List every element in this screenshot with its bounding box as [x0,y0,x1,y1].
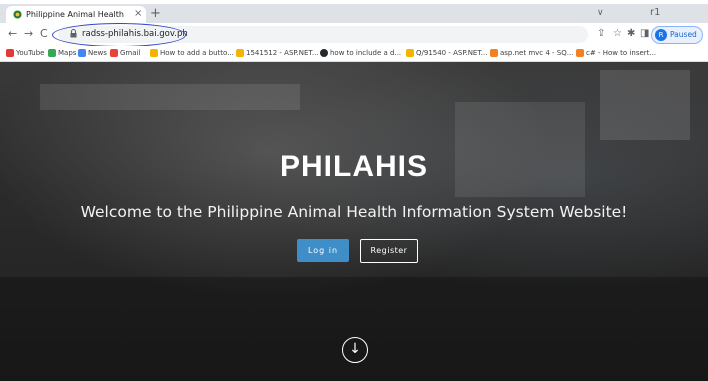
bookmark-item[interactable]: How to add a butto... [150,49,234,57]
forward-icon[interactable]: → [24,27,33,40]
extensions-icon[interactable]: ✱ [627,28,635,39]
stackoverflow-icon [490,49,498,57]
window-shape [600,70,690,140]
bookmark-news[interactable]: News [78,49,107,57]
bookmark-item[interactable]: how to include a d... [320,49,401,57]
hero-section: PHILAHIS Welcome to the Philippine Anima… [0,62,708,381]
bookmark-folder-icon [150,49,158,57]
welcome-subtitle: Welcome to the Philippine Animal Health … [80,203,628,221]
window-control[interactable]: r1 [650,7,660,18]
scroll-down-icon[interactable]: ↓ [342,337,368,363]
tab-close-icon[interactable]: × [134,8,142,19]
bookmark-folder-icon [236,49,244,57]
whiteboard-shape [40,84,300,110]
back-icon[interactable]: ← [8,27,17,40]
profile-status: Paused [670,30,697,39]
bookmark-folder-icon [406,49,414,57]
browser-chrome: Philippine Animal Health Infor... × + ∨ … [0,4,708,62]
tab-strip: Philippine Animal Health Infor... × + ∨ … [0,4,708,23]
bookmarks-bar: YouTube Maps News Gmail How to add a but… [0,46,708,61]
register-button[interactable]: Register [360,239,418,263]
site-favicon-icon [13,10,22,19]
page-title: PHILAHIS [279,150,428,183]
share-icon[interactable]: ⇪ [597,28,605,39]
login-button[interactable]: Log in [297,239,349,262]
bookmark-item[interactable]: Q/91540 - ASP.NET... [406,49,487,57]
stackoverflow-icon [576,49,584,57]
tab-title: Philippine Animal Health Infor... [26,10,126,19]
bookmark-item[interactable]: c# - How to insert... [576,49,656,57]
news-icon [78,49,86,57]
browser-tab[interactable]: Philippine Animal Health Infor... × [6,6,146,23]
maps-icon [48,49,56,57]
side-panel-icon[interactable]: ◨ [640,28,649,39]
desk-shape [0,277,708,381]
bookmark-gmail[interactable]: Gmail [110,49,140,57]
new-tab-button[interactable]: + [150,6,161,21]
github-icon [320,49,328,57]
tab-search-icon[interactable]: ∨ [597,8,604,18]
gmail-icon [110,49,118,57]
bookmark-maps[interactable]: Maps [48,49,76,57]
profile-button[interactable]: R Paused [651,26,703,44]
url-highlight-annotation [52,23,186,47]
bookmark-youtube[interactable]: YouTube [6,49,44,57]
bookmark-star-icon[interactable]: ☆ [613,28,622,39]
youtube-icon [6,49,14,57]
bookmark-item[interactable]: 1541512 - ASP.NET... [236,49,319,57]
toolbar: ← → C radss-philahis.bai.gov.ph ⇪ ☆ ✱ ◨ … [0,23,708,47]
reload-icon[interactable]: C [40,27,48,40]
bookmark-item[interactable]: asp.net mvc 4 - SQ... [490,49,573,57]
avatar: R [655,29,667,41]
